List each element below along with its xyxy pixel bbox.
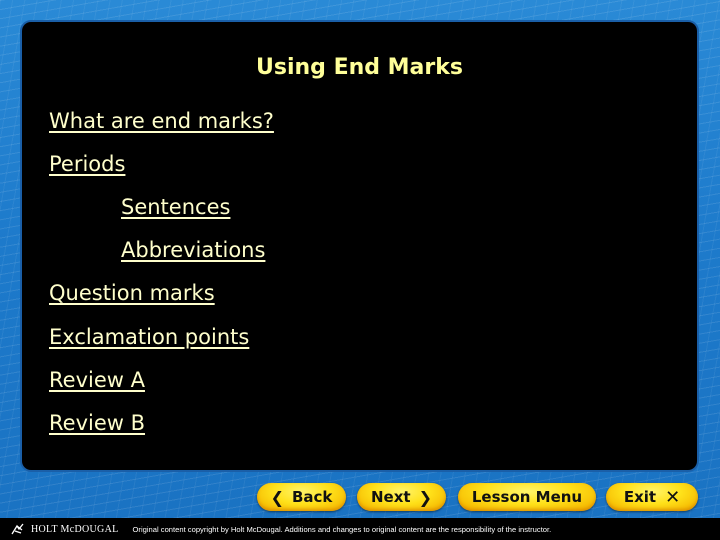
link-abbreviations[interactable]: Abbreviations — [121, 238, 265, 262]
back-button[interactable]: ❮ Back — [257, 483, 346, 511]
chevron-left-icon: ❮ — [270, 487, 284, 507]
exit-label: Exit — [623, 488, 657, 506]
slide-title: Using End Marks — [256, 55, 463, 80]
link-exclamation-points[interactable]: Exclamation points — [49, 325, 249, 349]
footer-copyright: Original content copyright by Holt McDou… — [132, 524, 552, 534]
footer-bar: HOLT McDOUGAL Original content copyright… — [0, 518, 720, 540]
link-question-marks[interactable]: Question marks — [49, 281, 215, 305]
next-label: Next — [371, 488, 411, 506]
link-sentences[interactable]: Sentences — [121, 195, 230, 219]
close-icon: ✕ — [665, 486, 681, 508]
chevron-right-icon: ❯ — [418, 487, 432, 507]
holt-mcdougal-logo-icon — [11, 523, 24, 535]
exit-button[interactable]: Exit ✕ — [606, 483, 698, 511]
link-review-a[interactable]: Review A — [49, 368, 145, 392]
link-what-are-end-marks[interactable]: What are end marks? — [49, 109, 274, 133]
content-panel: Using End Marks What are end marks? Peri… — [22, 22, 697, 470]
back-label: Back — [291, 488, 333, 506]
lesson-menu-button[interactable]: Lesson Menu — [458, 483, 596, 511]
lesson-menu-label: Lesson Menu — [471, 488, 583, 506]
link-periods[interactable]: Periods — [49, 152, 125, 176]
footer-brand: HOLT McDOUGAL — [31, 523, 119, 535]
next-button[interactable]: Next ❯ — [357, 483, 446, 511]
link-review-b[interactable]: Review B — [49, 411, 145, 435]
